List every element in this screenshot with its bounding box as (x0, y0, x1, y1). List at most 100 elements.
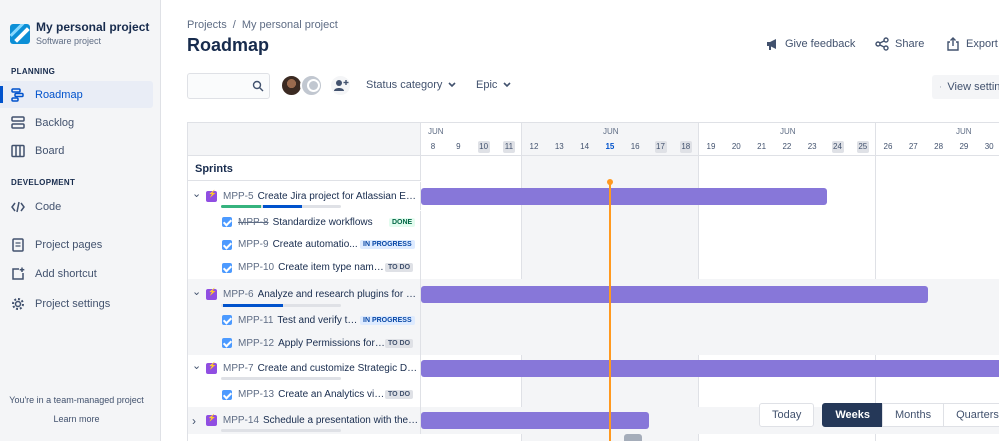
epic-timeline-bar[interactable] (421, 286, 928, 303)
day-label: 8 (430, 142, 436, 151)
sidebar-item-code[interactable]: Code (0, 193, 153, 220)
issue-summary: Standardize workflows (272, 216, 373, 228)
sidebar-item-label: Backlog (35, 116, 75, 129)
project-header[interactable]: My personal project Software project (10, 20, 149, 46)
status-lozenge: TO DO (385, 263, 414, 272)
status-category-dropdown[interactable]: Status category (366, 79, 457, 91)
sidebar-item-project-settings[interactable]: Project settings (0, 290, 153, 317)
sidebar: My personal project Software project PLA… (0, 0, 161, 441)
search-icon (252, 80, 264, 92)
day-label: 23 (807, 142, 817, 151)
issue-key[interactable]: MPP-12 (238, 338, 274, 349)
status-lozenge: IN PROGRESS (360, 315, 415, 325)
issue-key[interactable]: MPP-10 (238, 262, 274, 273)
collapse-chevron-icon[interactable]: ⌄ (192, 285, 201, 298)
task-checkbox-icon (222, 239, 232, 250)
view-settings-button[interactable]: View settings (932, 75, 999, 99)
issue-key[interactable]: MPP-14 (223, 415, 259, 426)
sidebar-item-board[interactable]: Board (0, 137, 153, 164)
export-button[interactable]: Export (946, 37, 998, 51)
day-label: 29 (959, 142, 969, 151)
breadcrumb: Projects / My personal project (187, 19, 338, 31)
sidebar-item-add-shortcut[interactable]: Add shortcut (0, 260, 153, 287)
epic-progress-bar (221, 377, 341, 380)
today-marker-line (609, 181, 611, 441)
day-label: 16 (630, 142, 640, 151)
gear-icon (10, 296, 26, 312)
day-label: 24 (831, 141, 844, 153)
zoom-months-button[interactable]: Months (882, 403, 945, 427)
row-list-cell: MPP-12 Apply Permissions for ... TO DO (188, 331, 421, 355)
task-checkbox-icon (222, 315, 232, 325)
give-feedback-label: Give feedback (785, 38, 856, 50)
add-people-button[interactable] (329, 74, 352, 97)
zoom-quarters-button[interactable]: Quarters (943, 403, 999, 427)
issue-key[interactable]: MPP-6 (223, 289, 254, 300)
share-button[interactable]: Share (875, 37, 924, 51)
row-list-cell: MPP-8 Standardize workflows DONE (188, 211, 421, 233)
row-list-cell: MPP-9 Create automatio... IN PROGRESS (188, 233, 421, 256)
issue-row[interactable]: MPP-11 Test and verify th... IN PROGRESS (188, 309, 999, 331)
sidebar-item-label: Roadmap (35, 88, 83, 101)
day-label: 9 (456, 142, 461, 151)
issue-row[interactable]: MPP-12 Apply Permissions for ... TO DO (188, 331, 999, 355)
issue-summary: Create and customize Strategic Das... (257, 363, 420, 374)
epic-progress-bar (221, 304, 341, 307)
day-label: 22 (782, 142, 792, 151)
list-header (188, 123, 421, 156)
breadcrumb-projects[interactable]: Projects (187, 19, 227, 31)
learn-more-link[interactable]: Learn more (0, 414, 153, 424)
task-checkbox-icon (222, 338, 232, 348)
issue-key[interactable]: MPP-8 (238, 217, 269, 228)
epic-icon (206, 288, 217, 300)
issue-row[interactable]: MPP-9 Create automatio... IN PROGRESS (188, 233, 999, 256)
issue-row[interactable]: MPP-10 Create item type name... TO DO (188, 256, 999, 279)
sidebar-item-backlog[interactable]: Backlog (0, 109, 153, 136)
row-list-cell: MPP-10 Create item type name... TO DO (188, 256, 421, 279)
breadcrumb-project[interactable]: My personal project (242, 19, 338, 31)
export-icon (947, 37, 959, 51)
chevron-down-icon (503, 82, 511, 88)
sidebar-item-label: Board (35, 144, 65, 157)
issue-row[interactable]: MPP-8 Standardize workflows DONE (188, 211, 999, 233)
sidebar-item-project-pages[interactable]: Project pages (0, 231, 153, 258)
search-input[interactable] (187, 73, 270, 99)
expand-chevron-icon[interactable]: › (192, 414, 200, 428)
epic-row[interactable]: ⌄ MPP-6Analyze and research plugins for C… (188, 279, 999, 309)
collapse-chevron-icon[interactable]: ⌄ (192, 187, 201, 200)
task-checkbox-icon (222, 217, 232, 227)
week-header: JUN 8 9 10 11 (421, 123, 521, 156)
zoom-weeks-button[interactable]: Weeks (822, 403, 884, 427)
sidebar-item-label: Add shortcut (35, 267, 97, 280)
page-title: Roadmap (187, 35, 270, 55)
epic-dropdown[interactable]: Epic (476, 79, 511, 91)
progress-in-progress-segment (262, 205, 303, 208)
scroll-handle[interactable] (624, 434, 642, 441)
team-managed-note: You're in a team-managed project (9, 395, 144, 405)
issue-key[interactable]: MPP-9 (238, 239, 269, 250)
issue-key[interactable]: MPP-7 (223, 363, 254, 374)
epic-timeline-bar[interactable] (421, 360, 999, 377)
issue-key[interactable]: MPP-13 (238, 389, 274, 400)
sidebar-item-roadmap[interactable]: Roadmap (0, 81, 153, 108)
day-label: 19 (706, 142, 716, 151)
give-feedback-button[interactable]: Give feedback (765, 37, 855, 51)
share-icon (875, 37, 889, 51)
today-button[interactable]: Today (759, 403, 815, 427)
chevron-down-icon (448, 82, 457, 88)
epic-row[interactable]: ⌄ MPP-5Create Jira project for Atlassian … (188, 182, 999, 210)
day-label: 17 (654, 141, 667, 153)
epic-timeline-bar[interactable] (421, 412, 649, 429)
issue-key[interactable]: MPP-11 (238, 315, 273, 326)
project-type: Software project (36, 36, 102, 46)
day-label: 30 (984, 142, 994, 151)
issue-key[interactable]: MPP-5 (223, 191, 254, 202)
code-icon (10, 199, 26, 215)
avatar-unassigned[interactable] (300, 74, 323, 97)
progress-in-progress-segment (223, 304, 283, 307)
epic-row[interactable]: ⌄ MPP-7Create and customize Strategic Das… (188, 355, 999, 382)
epic-timeline-bar[interactable] (421, 188, 827, 205)
issue-summary: Analyze and research plugins for C-... (257, 288, 420, 300)
month-label: JUN (428, 127, 444, 136)
collapse-chevron-icon[interactable]: ⌄ (192, 359, 201, 372)
